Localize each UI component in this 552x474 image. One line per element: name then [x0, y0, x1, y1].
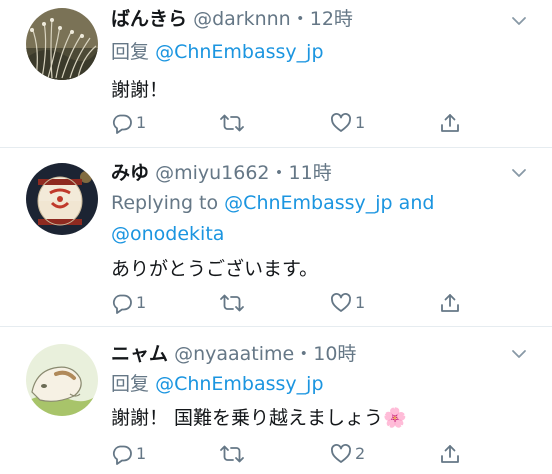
reply-context: 回复 @ChnEmbassy_jp	[111, 40, 324, 64]
tweet[interactable]: ばんきら @darknnn・12時 回复 @ChnEmbassy_jp 謝謝！ …	[0, 0, 552, 147]
retweet-icon	[220, 294, 244, 312]
reply-context: 回复 @ChnEmbassy_jp	[111, 372, 324, 396]
retweet-icon	[220, 114, 244, 132]
share-icon	[441, 445, 459, 463]
separator: ・	[290, 8, 310, 30]
like-count: 1	[355, 293, 366, 312]
mention-link[interactable]: @onodekita	[111, 223, 224, 245]
heart-icon	[331, 444, 351, 463]
retweet-button[interactable]	[219, 291, 248, 315]
reply-context: Replying to @ChnEmbassy_jp and	[111, 191, 434, 215]
like-count: 1	[355, 113, 366, 132]
user-handle[interactable]: @darknnn	[193, 8, 291, 30]
avatar-image	[26, 8, 98, 80]
avatar[interactable]	[26, 163, 98, 235]
user-handle[interactable]: @miyu1662	[155, 162, 269, 184]
user-handle[interactable]: @nyaaatime	[174, 343, 294, 365]
avatar[interactable]	[26, 344, 98, 416]
display-name[interactable]: ばんきら	[111, 8, 187, 30]
reply-count: 1	[136, 113, 147, 132]
like-count: 2	[355, 444, 366, 463]
reply-button[interactable]: 1	[111, 442, 146, 466]
reply-count: 1	[136, 293, 147, 312]
timestamp[interactable]: 11時	[289, 162, 332, 184]
tweet[interactable]: ニャム @nyaaatime・10時 回复 @ChnEmbassy_jp 謝謝！…	[0, 327, 552, 474]
avatar-image	[26, 344, 98, 416]
reply-context-line-2: @onodekita	[111, 222, 224, 246]
share-icon	[441, 294, 459, 312]
reply-prefix: Replying to	[111, 192, 219, 214]
reply-and: and	[398, 192, 435, 214]
separator: ・	[294, 343, 314, 365]
mention-link[interactable]: @ChnEmbassy_jp	[155, 373, 323, 395]
avatar-image	[26, 163, 98, 235]
reply-icon	[112, 114, 132, 134]
retweet-icon	[220, 445, 244, 463]
heart-icon	[331, 293, 351, 312]
share-icon	[441, 114, 459, 132]
tweet-text: ありがとうございます。	[111, 258, 319, 280]
share-button[interactable]	[439, 111, 461, 135]
like-button[interactable]: 2	[330, 442, 365, 466]
avatar[interactable]	[26, 8, 98, 80]
display-name[interactable]: みゆ	[111, 162, 149, 184]
tweet-header: ニャム @nyaaatime・10時	[111, 342, 356, 366]
tweet[interactable]: みゆ @miyu1662・11時 Replying to @ChnEmbassy…	[0, 148, 552, 326]
chevron-down-icon[interactable]	[508, 343, 530, 365]
separator: ・	[269, 162, 289, 184]
tweet-header: みゆ @miyu1662・11時	[111, 161, 332, 185]
reply-button[interactable]: 1	[111, 111, 146, 135]
chevron-down-icon[interactable]	[508, 162, 530, 184]
mention-link[interactable]: @ChnEmbassy_jp	[155, 41, 323, 63]
timestamp[interactable]: 12時	[310, 8, 353, 30]
heart-icon	[331, 113, 351, 132]
cherry-blossom-emoji: 🌸	[383, 407, 407, 429]
display-name[interactable]: ニャム	[111, 343, 168, 365]
retweet-button[interactable]	[219, 442, 248, 466]
tweet-header: ばんきら @darknnn・12時	[111, 7, 353, 31]
timestamp[interactable]: 10時	[313, 343, 356, 365]
like-button[interactable]: 1	[330, 111, 365, 135]
share-button[interactable]	[439, 442, 461, 466]
tweet-text: 謝謝！	[111, 79, 169, 101]
share-button[interactable]	[439, 291, 461, 315]
like-button[interactable]: 1	[330, 291, 365, 315]
reply-icon	[112, 294, 132, 314]
tweet-text: 謝謝！ 国難を乗り越えましょう🌸	[111, 406, 407, 430]
reply-icon	[112, 445, 132, 465]
reply-button[interactable]: 1	[111, 291, 146, 315]
retweet-button[interactable]	[219, 111, 248, 135]
reply-prefix: 回复	[111, 373, 150, 395]
reply-prefix: 回复	[111, 41, 150, 63]
reply-count: 1	[136, 444, 147, 463]
tweet-text-content: 謝謝！ 国難を乗り越えましょう	[111, 407, 384, 429]
chevron-down-icon[interactable]	[508, 10, 530, 32]
mention-link[interactable]: @ChnEmbassy_jp	[224, 192, 392, 214]
